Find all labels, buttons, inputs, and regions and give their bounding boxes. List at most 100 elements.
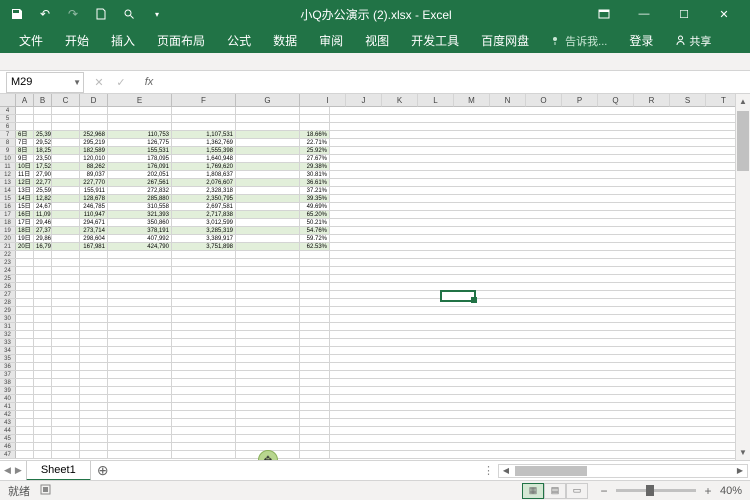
cell[interactable] [52, 179, 80, 186]
row-header[interactable]: 20 [0, 235, 16, 242]
tab-file[interactable]: 文件 [8, 28, 54, 53]
cell[interactable] [52, 107, 80, 114]
tab-insert[interactable]: 插入 [100, 28, 146, 53]
cell[interactable] [34, 427, 52, 434]
cell[interactable]: 128,678 [80, 195, 108, 202]
cell[interactable]: 39.35% [300, 195, 330, 202]
cell[interactable] [34, 323, 52, 330]
cell[interactable]: 11日 [16, 171, 34, 178]
cell[interactable] [172, 443, 236, 450]
cell[interactable]: 110,753 [108, 131, 172, 138]
tab-devtools[interactable]: 开发工具 [400, 28, 470, 53]
cell[interactable] [52, 307, 80, 314]
cell[interactable] [52, 443, 80, 450]
cell[interactable] [300, 435, 330, 442]
cell[interactable]: 294,671 [80, 219, 108, 226]
cell[interactable] [52, 171, 80, 178]
row-header[interactable]: 14 [0, 187, 16, 194]
cell[interactable] [236, 243, 300, 250]
cell[interactable]: 167,981 [80, 243, 108, 250]
cell[interactable] [34, 267, 52, 274]
cell[interactable] [34, 347, 52, 354]
row-header[interactable]: 22 [0, 251, 16, 258]
cell[interactable] [236, 315, 300, 322]
cell[interactable] [300, 115, 330, 122]
zoom-slider[interactable] [616, 489, 696, 492]
cell[interactable] [52, 163, 80, 170]
cell[interactable] [300, 419, 330, 426]
cell[interactable] [236, 395, 300, 402]
cell[interactable]: 29,860 [34, 235, 52, 242]
cell[interactable]: 407,992 [108, 235, 172, 242]
cell[interactable] [236, 155, 300, 162]
cell[interactable] [52, 187, 80, 194]
row-header[interactable]: 11 [0, 163, 16, 170]
cell[interactable] [108, 339, 172, 346]
cell[interactable]: 1,555,398 [172, 147, 236, 154]
cell[interactable] [236, 259, 300, 266]
row-header[interactable]: 47 [0, 451, 16, 458]
cell[interactable]: 17日 [16, 219, 34, 226]
cell[interactable] [16, 387, 34, 394]
cell[interactable] [16, 371, 34, 378]
cell[interactable] [300, 411, 330, 418]
cell[interactable] [300, 299, 330, 306]
tab-home[interactable]: 开始 [54, 28, 100, 53]
row-header[interactable]: 7 [0, 131, 16, 138]
cell[interactable]: 14日 [16, 195, 34, 202]
cell[interactable] [108, 251, 172, 258]
vertical-scrollbar[interactable]: ▲ ▼ [735, 94, 750, 460]
row-header[interactable]: 16 [0, 203, 16, 210]
cell[interactable] [16, 291, 34, 298]
enter-formula-icon[interactable]: ✓ [111, 73, 131, 91]
cell[interactable] [236, 227, 300, 234]
cell[interactable] [34, 251, 52, 258]
cell[interactable] [52, 251, 80, 258]
cell[interactable]: 27.67% [300, 155, 330, 162]
cell[interactable] [236, 339, 300, 346]
cell[interactable] [52, 331, 80, 338]
cell[interactable] [34, 435, 52, 442]
cell[interactable] [236, 139, 300, 146]
cell[interactable]: 29,522 [34, 139, 52, 146]
preview-icon[interactable] [118, 3, 140, 25]
cell[interactable]: 246,785 [80, 203, 108, 210]
cell[interactable] [34, 339, 52, 346]
cell[interactable] [300, 283, 330, 290]
cell[interactable] [108, 379, 172, 386]
cell[interactable] [16, 299, 34, 306]
cell[interactable] [34, 443, 52, 450]
cell[interactable]: 3,389,917 [172, 235, 236, 242]
cell[interactable]: 25.92% [300, 147, 330, 154]
cell[interactable] [172, 291, 236, 298]
cell[interactable]: 7日 [16, 139, 34, 146]
col-header[interactable]: N [490, 94, 526, 107]
cell[interactable] [172, 363, 236, 370]
cell[interactable] [236, 443, 300, 450]
cell[interactable] [172, 307, 236, 314]
cell[interactable] [16, 283, 34, 290]
cell[interactable] [34, 315, 52, 322]
cell[interactable] [16, 395, 34, 402]
col-header[interactable]: G [236, 94, 300, 106]
zoom-out-button[interactable]: − [598, 484, 610, 498]
cell[interactable]: 285,880 [108, 195, 172, 202]
cell[interactable] [52, 387, 80, 394]
cell[interactable] [108, 267, 172, 274]
cell[interactable] [236, 163, 300, 170]
cell[interactable] [108, 347, 172, 354]
grid[interactable]: ABCDEFGHIJKLMNOPQRST45676日25,397252,9681… [0, 94, 735, 460]
col-header[interactable]: F [172, 94, 236, 106]
cell[interactable]: 10日 [16, 163, 34, 170]
cell[interactable] [236, 235, 300, 242]
cell[interactable] [236, 403, 300, 410]
cell[interactable]: 17,526 [34, 163, 52, 170]
col-header[interactable]: D [80, 94, 108, 106]
cell[interactable] [52, 435, 80, 442]
cell[interactable] [52, 139, 80, 146]
cell[interactable] [236, 323, 300, 330]
cell[interactable] [52, 235, 80, 242]
cell[interactable]: 3,012,599 [172, 219, 236, 226]
row-header[interactable]: 29 [0, 307, 16, 314]
cell[interactable] [236, 131, 300, 138]
